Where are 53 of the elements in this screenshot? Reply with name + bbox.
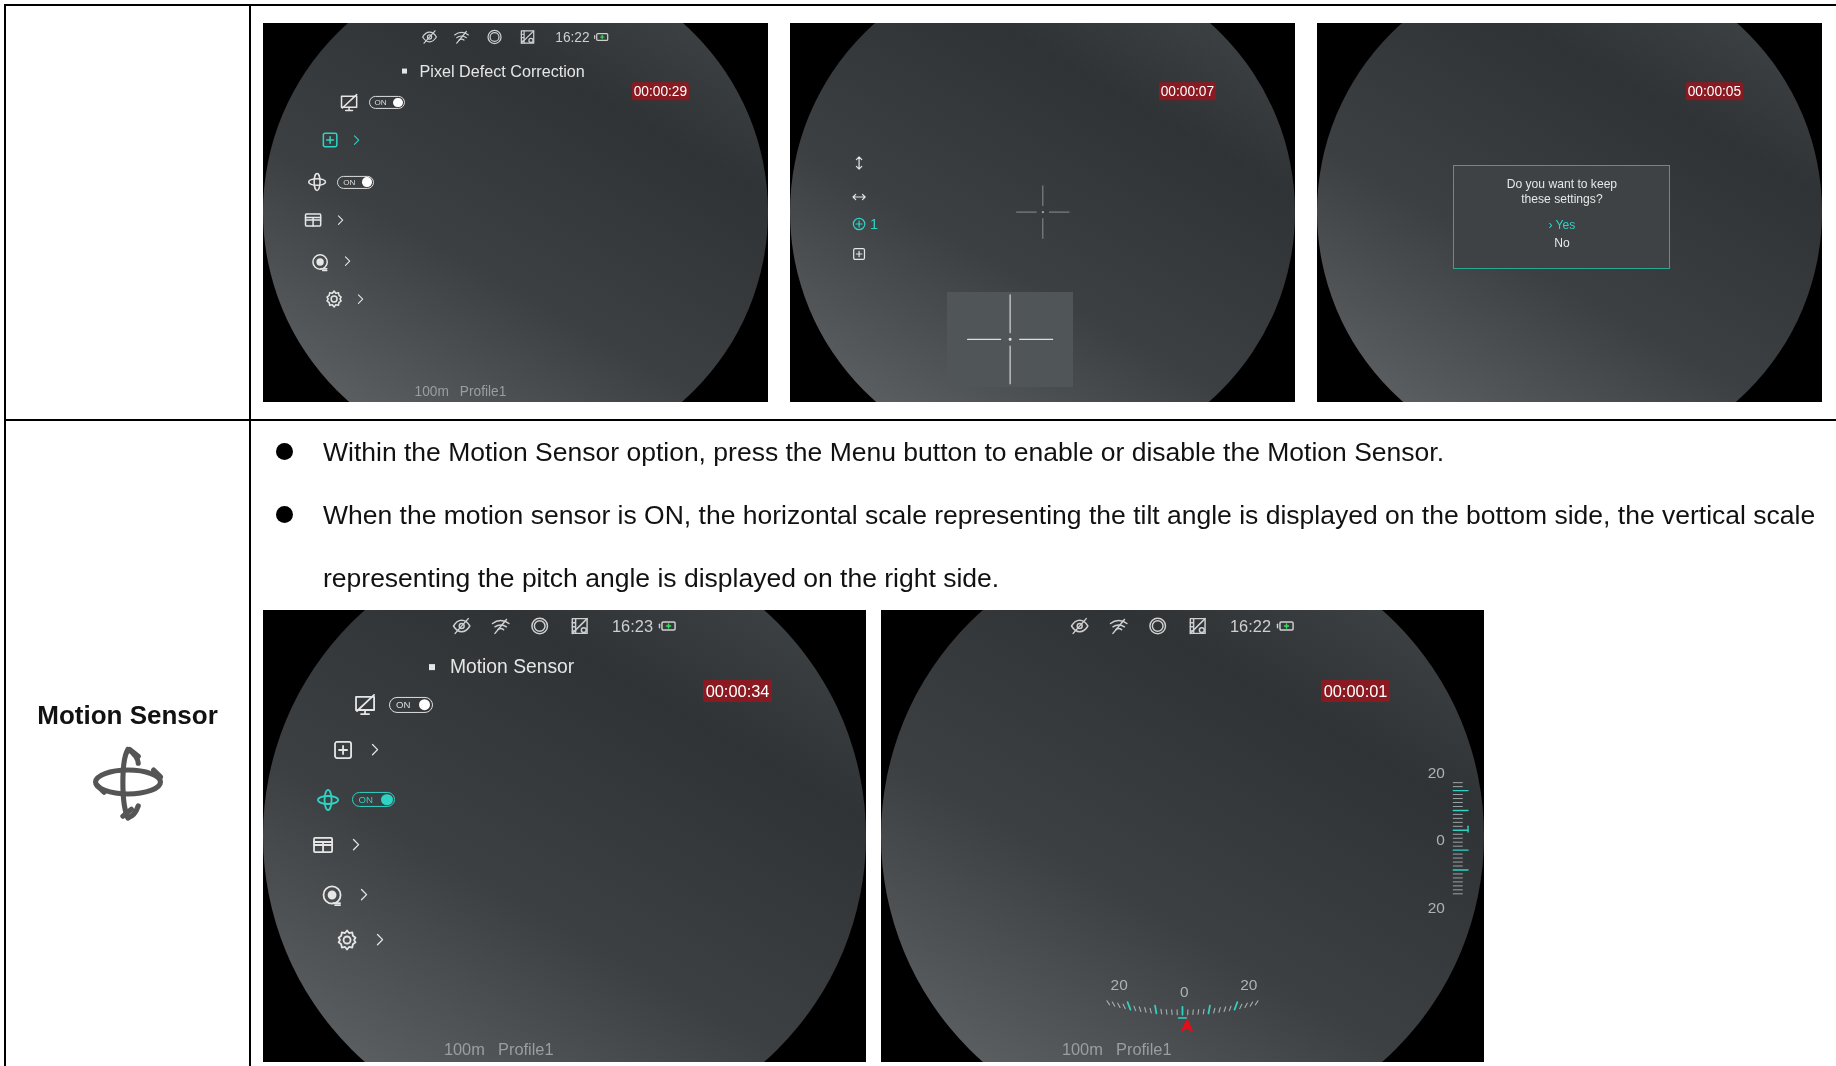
recording-timer: 00:00:01: [1321, 680, 1390, 703]
profile-label: Profile1: [1116, 1039, 1172, 1059]
circle-plus-icon[interactable]: [850, 215, 867, 232]
bullet-text: When the motion sensor is ON, the horizontal scale representing the tilt angle is displayed on the bottom side, the vertical scale representing the pitch angle is displayed on the right side.: [323, 498, 1817, 595]
recording-timer: 00:00:05: [1685, 82, 1744, 101]
film-icon: [519, 28, 537, 46]
plus-square-icon[interactable]: [850, 245, 867, 263]
distance-label: 100m: [414, 384, 449, 399]
settings-icon[interactable]: [323, 289, 344, 310]
orbit-icon[interactable]: [316, 787, 341, 812]
record-icon[interactable]: [310, 251, 331, 272]
wifi-off-icon: [453, 28, 471, 46]
step-value: 1: [869, 215, 879, 232]
status-time: 16:22: [555, 29, 590, 45]
option-item[interactable]: No: [1554, 234, 1570, 253]
recording-timer: 00:00:29: [631, 82, 690, 101]
scale-label: 0: [1436, 831, 1445, 850]
bullet-icon: [276, 442, 293, 460]
badge-circle-icon: [530, 616, 550, 637]
badge-circle-icon: [486, 28, 504, 46]
recording-timer: 00:00:34: [703, 680, 772, 703]
film-icon: [1187, 616, 1208, 637]
profile-label: Profile1: [459, 384, 507, 399]
orbit-icon[interactable]: [307, 171, 328, 193]
option-item[interactable]: › Yes: [1548, 216, 1576, 235]
eye-slash-icon: [1069, 616, 1090, 637]
wifi-off-icon: [490, 616, 511, 637]
distance-label: 100m: [443, 1039, 485, 1059]
bullet-icon: [401, 68, 407, 74]
badge-circle-icon: [1148, 616, 1168, 637]
display-off-icon[interactable]: [338, 92, 359, 113]
scale-label: 0: [1180, 982, 1189, 1001]
bullet-text: Within the Motion Sensor option, press the Menu button to enable or disable the Motion Sensor.: [323, 435, 1446, 469]
recording-timer: 00:00:07: [1158, 82, 1217, 101]
bullet-icon: [428, 663, 435, 670]
scale-label: 20: [1427, 899, 1445, 918]
bullet-icon: [276, 505, 293, 523]
feature-title: Motion Sensor: [37, 699, 218, 731]
dialog-message: Do you want to keep these settings?: [1505, 177, 1619, 208]
status-time: 16:22: [1230, 616, 1272, 636]
wifi-off-icon: [1108, 616, 1129, 637]
display-off-icon[interactable]: [353, 692, 378, 717]
menu-title: Motion Sensor: [449, 655, 575, 678]
eye-slash-icon: [451, 616, 472, 637]
status-time: 16:23: [612, 616, 654, 636]
scale-label: 20: [1427, 763, 1445, 782]
film-icon: [569, 616, 590, 637]
menu-title: Pixel Defect Correction: [419, 61, 585, 81]
distance-label: 100m: [1061, 1039, 1103, 1059]
scale-label: 20: [1240, 976, 1258, 995]
profile-label: Profile1: [498, 1039, 554, 1059]
eye-slash-icon: [420, 28, 438, 46]
scale-label: 20: [1110, 976, 1128, 995]
